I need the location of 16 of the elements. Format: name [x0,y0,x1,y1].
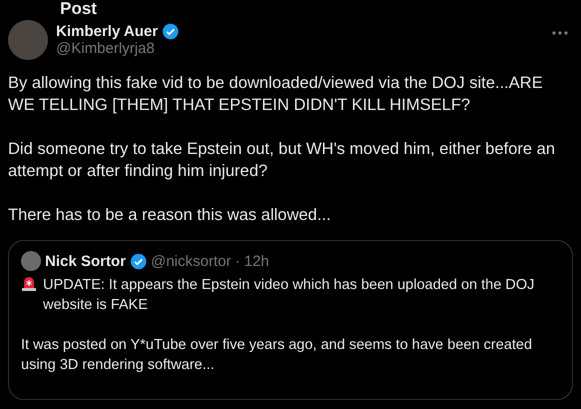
quoted-paragraph: It was posted on Y*uTube over five years ago, and seems to have been created using 3D rendering software... [21,336,534,375]
avatar-placeholder [21,251,41,271]
quoted-author-handle: @nicksortor [150,252,232,270]
quoted-author-name: Nick Sortor [45,252,126,270]
siren-icon [21,276,37,292]
post-paragraph: Did someone try to take Epstein out, but WH's moved him, either before an attempt or after finding him injured? [8,139,556,182]
post-time: 12h [244,252,270,270]
post-paragraph: There has to be a reason this was allowed... [8,205,332,226]
author-handle[interactable]: @Kimberlyrja8 [56,40,543,57]
more-icon[interactable] [551,30,569,36]
author-name[interactable]: Kimberly Auer [56,23,158,40]
page-title: Post [60,0,98,20]
quoted-paragraph: UPDATE: It appears the Epstein video which has been uploaded on the DOJ website is FAKE [43,276,536,315]
post-paragraph: By allowing this fake vid to be downloaded/viewed via the DOJ site...ARE WE TELLING [THEM] THAT EPSTEIN DIDN'T KILL HIMSELF? [8,73,544,116]
quoted-post-card[interactable] [8,240,573,400]
separator-dot: · [235,252,240,270]
